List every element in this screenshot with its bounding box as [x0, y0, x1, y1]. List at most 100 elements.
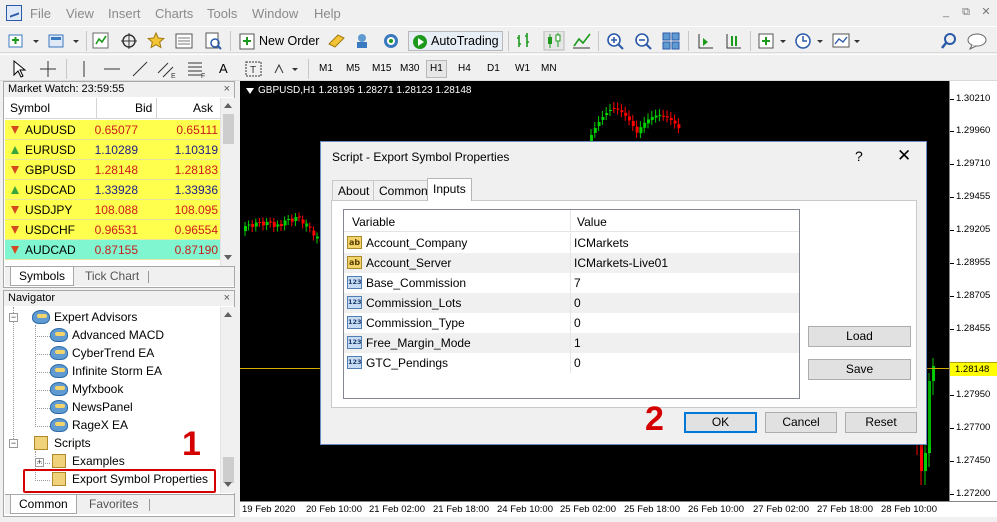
menu-insert[interactable]: Insert	[108, 6, 141, 21]
parameter-value[interactable]: 7	[574, 276, 581, 290]
menu-tools[interactable]: Tools	[207, 6, 237, 21]
timeframe-m30[interactable]: M30	[397, 60, 422, 78]
equidistant-channel-icon[interactable]: E	[156, 59, 178, 79]
tab-favorites[interactable]: Favorites	[81, 495, 146, 514]
candlesticks-icon[interactable]	[543, 31, 565, 51]
scroll-thumb[interactable]	[223, 457, 234, 483]
ok-button[interactable]: OK	[684, 412, 757, 433]
tile-windows-icon[interactable]	[662, 32, 682, 50]
line-chart-icon[interactable]	[572, 32, 592, 50]
parameter-row[interactable]: 123 GTC_Pendings 0	[344, 353, 799, 373]
parameters-table[interactable]: Variable Value ab Account_Company ICMarket…	[343, 209, 800, 399]
parameter-value[interactable]: 0	[574, 296, 581, 310]
close-window-icon[interactable]: ✕	[979, 6, 993, 18]
menu-window[interactable]: Window	[252, 6, 298, 21]
parameter-row[interactable]: ab Account_Company ICMarkets	[344, 233, 799, 253]
parameter-value[interactable]: ICMarkets	[574, 236, 629, 250]
crosshair-icon[interactable]	[38, 59, 58, 79]
parameter-value[interactable]: ICMarkets-Live01	[574, 256, 668, 270]
scroll-up-icon[interactable]	[224, 312, 232, 317]
new-order-button[interactable]: New Order	[236, 31, 322, 51]
zoom-in-icon[interactable]	[606, 32, 626, 50]
menu-view[interactable]: View	[66, 6, 94, 21]
data-window-icon[interactable]	[120, 32, 138, 50]
text-icon[interactable]: A	[219, 61, 228, 76]
search-icon[interactable]	[940, 32, 958, 50]
close-icon[interactable]: ×	[224, 82, 230, 96]
profiles-icon[interactable]	[48, 32, 80, 50]
parameter-value[interactable]: 0	[574, 316, 581, 330]
timeframe-mn[interactable]: MN	[538, 60, 560, 78]
new-chart-icon[interactable]	[8, 32, 40, 50]
auto-scroll-icon[interactable]	[724, 32, 744, 50]
market-watch-icon[interactable]	[92, 32, 110, 50]
scroll-down-icon[interactable]	[224, 255, 232, 260]
parameter-row[interactable]: 123 Commission_Type 0	[344, 313, 799, 333]
cancel-button[interactable]: Cancel	[765, 412, 837, 433]
close-icon[interactable]: ×	[224, 291, 230, 305]
timeframe-h4[interactable]: H4	[455, 60, 474, 78]
timeframe-w1[interactable]: W1	[512, 60, 533, 78]
arrows-icon[interactable]	[272, 59, 300, 79]
trendline-icon[interactable]	[130, 59, 150, 79]
collapse-icon[interactable]: −	[9, 313, 18, 322]
tab-common[interactable]: Common	[10, 495, 77, 514]
metaeditor-icon[interactable]	[327, 32, 347, 50]
timeframe-m5[interactable]: M5	[343, 60, 363, 78]
indicators-icon[interactable]	[758, 32, 790, 50]
column-bid[interactable]: Bid	[135, 101, 152, 115]
tab-tick-chart[interactable]: Tick Chart	[77, 267, 147, 286]
autotrading-button[interactable]: AutoTrading	[408, 31, 503, 51]
parameter-row[interactable]: 123 Commission_Lots 0	[344, 293, 799, 313]
collapse-icon[interactable]: −	[9, 439, 18, 448]
reset-button[interactable]: Reset	[845, 412, 917, 433]
scroll-up-icon[interactable]	[224, 103, 232, 108]
menu-help[interactable]: Help	[314, 6, 341, 21]
cursor-icon[interactable]	[10, 59, 28, 79]
menu-file[interactable]: File	[30, 6, 51, 21]
strategy-tester-icon[interactable]	[204, 32, 222, 50]
navigator-icon[interactable]	[147, 32, 165, 50]
market-watch-row[interactable]: USDCAD 1.33928 1.33936	[5, 180, 220, 200]
terminal-icon[interactable]	[175, 32, 193, 50]
scroll-thumb[interactable]	[223, 114, 234, 144]
market-watch-row[interactable]: USDJPY 108.088 108.095	[5, 200, 220, 220]
market-watch-row[interactable]: GBPUSD 1.28148 1.28183	[5, 160, 220, 180]
market-watch-row[interactable]: USDCHF 0.96531 0.96554	[5, 220, 220, 240]
tab-about[interactable]: About	[332, 180, 376, 200]
parameter-row[interactable]: ab Account_Server ICMarkets-Live01	[344, 253, 799, 273]
column-ask[interactable]: Ask	[193, 101, 213, 115]
close-icon[interactable]: ✕	[897, 146, 911, 166]
parameter-row[interactable]: 123 Free_Margin_Mode 1	[344, 333, 799, 353]
save-button[interactable]: Save	[808, 359, 911, 380]
column-symbol[interactable]: Symbol	[10, 101, 50, 115]
chart-shift-icon[interactable]	[696, 32, 716, 50]
vertical-line-icon[interactable]	[74, 59, 94, 79]
tab-inputs[interactable]: Inputs	[427, 178, 472, 201]
market-watch-row[interactable]: EURUSD 1.10289 1.10319	[5, 140, 220, 160]
timeframe-h1[interactable]: H1	[426, 60, 447, 78]
market-watch-row[interactable]: AUDUSD 0.65077 0.65111	[5, 120, 220, 140]
market-watch-row[interactable]: AUDCAD 0.87155 0.87190	[5, 240, 220, 260]
navigator-scrollbar[interactable]	[220, 307, 235, 493]
tab-common[interactable]: Common	[373, 180, 434, 200]
minimize-icon[interactable]: _	[939, 6, 953, 18]
parameter-row[interactable]: 123 Base_Commission 7	[344, 273, 799, 293]
signals-icon[interactable]	[354, 32, 374, 50]
bar-chart-icon[interactable]	[515, 32, 535, 50]
parameter-value[interactable]: 1	[574, 336, 581, 350]
templates-icon[interactable]	[832, 32, 864, 50]
chat-icon[interactable]	[966, 32, 990, 50]
chart-menu-icon[interactable]	[246, 88, 254, 94]
help-icon[interactable]: ?	[855, 148, 863, 164]
text-label-icon[interactable]: T	[244, 59, 264, 79]
timeframe-d1[interactable]: D1	[484, 60, 503, 78]
menu-charts[interactable]: Charts	[155, 6, 193, 21]
market-watch-scrollbar[interactable]	[220, 98, 235, 266]
tab-symbols[interactable]: Symbols	[10, 267, 75, 286]
load-button[interactable]: Load	[808, 326, 911, 347]
scroll-down-icon[interactable]	[224, 482, 232, 487]
parameter-value[interactable]: 0	[574, 356, 581, 370]
market-icon[interactable]	[382, 32, 402, 50]
restore-icon[interactable]: ⧉	[959, 6, 973, 18]
